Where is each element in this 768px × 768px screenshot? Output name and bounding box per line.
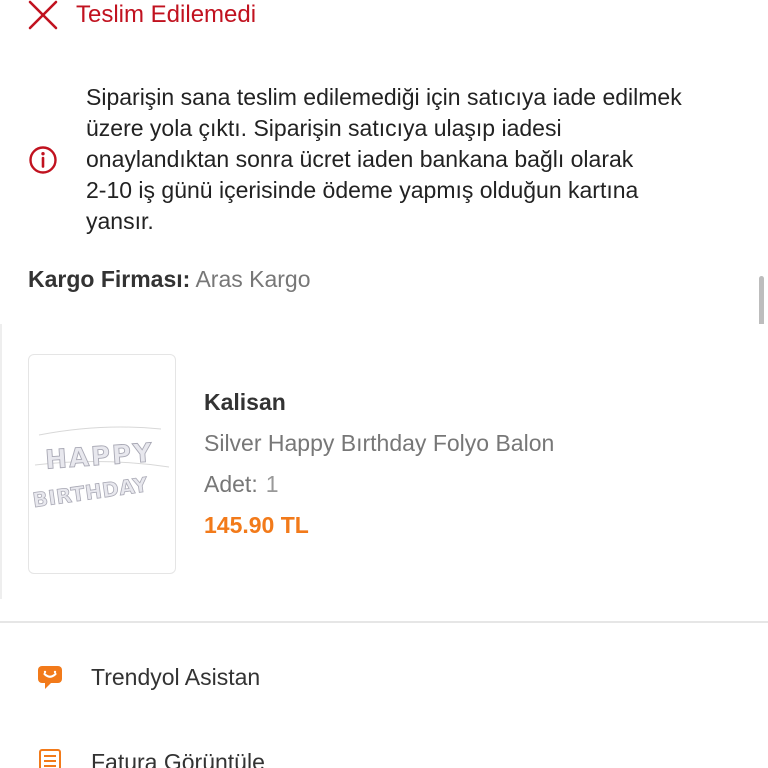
cargo-company: Kargo Firması: Aras Kargo <box>28 262 311 296</box>
menu-item-label: Trendyol Asistan <box>91 664 261 690</box>
image-text-birthday: BIRTHDAY <box>31 472 149 512</box>
product-name[interactable]: Silver Happy Bırthday Folyo Balon <box>204 427 554 459</box>
menu-item-trendyol-asistan[interactable]: Trendyol Asistan <box>36 657 260 697</box>
product-card[interactable]: HAPPY BIRTHDAY Kalisan Silver Happy Bırt… <box>0 324 768 599</box>
product-price: 145.90 TL <box>204 512 309 538</box>
quantity-value: 1 <box>265 471 279 497</box>
info-line: onaylandıktan sonra ücret iaden bankana … <box>86 146 634 172</box>
info-icon <box>28 145 58 175</box>
invoice-icon <box>36 748 64 768</box>
delivery-status: Teslim Edilemedi <box>28 0 256 30</box>
info-line: Siparişin sana teslim edilemediği için s… <box>86 84 682 110</box>
quantity-label: Adet: <box>204 471 258 497</box>
status-label: Teslim Edilemedi <box>76 1 257 28</box>
return-info-message: Siparişin sana teslim edilemediği için s… <box>28 82 748 237</box>
info-line: üzere yola çıktı. Siparişin satıcıya ula… <box>86 115 562 141</box>
cargo-label: Kargo Firması: <box>28 266 191 292</box>
cargo-value: Aras Kargo <box>195 266 311 292</box>
order-detail-page: Teslim Edilemedi Siparişin sana teslim e… <box>0 0 768 768</box>
info-text: Siparişin sana teslim edilemediği için s… <box>86 82 746 237</box>
image-text-happy: HAPPY <box>44 438 155 476</box>
product-image[interactable]: HAPPY BIRTHDAY <box>28 354 176 574</box>
close-icon <box>28 0 58 30</box>
assistant-chat-icon <box>36 663 64 691</box>
info-line: yansır. <box>86 208 154 234</box>
seller-name: Kalisan <box>204 389 286 415</box>
menu-item-fatura-goruntule[interactable]: Fatura Görüntüle <box>36 742 265 768</box>
section-divider <box>0 621 768 623</box>
menu-item-label: Fatura Görüntüle <box>91 749 265 768</box>
quantity-row: Adet: 1 <box>204 468 554 500</box>
info-line: 2-10 iş günü içerisinde ödeme yapmış old… <box>86 177 639 203</box>
product-info: Kalisan Silver Happy Bırthday Folyo Balo… <box>204 386 554 541</box>
